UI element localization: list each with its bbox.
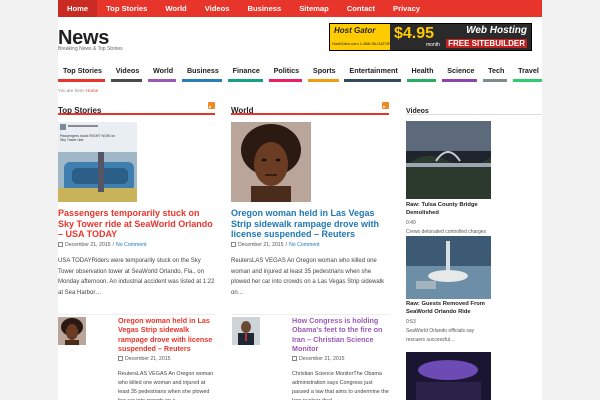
breadcrumb: You are here: Home	[58, 88, 98, 93]
section-title-videos[interactable]: Videos	[406, 108, 429, 115]
topnav-contact[interactable]: Contact	[338, 0, 384, 17]
ad-brand: Host Gator	[334, 26, 376, 35]
calendar-icon	[118, 356, 123, 361]
small-left-date: December 21, 2015	[125, 356, 171, 362]
ad-offer: FREE SITEBUILDER	[446, 39, 527, 48]
video-duration-seaworld: 0:53	[406, 319, 416, 325]
small-right-headline[interactable]: How Congress is holding Obama's feet to …	[292, 316, 392, 353]
thumb-caption: Passengers stuck RIGHT NOW on Sky Tower …	[60, 134, 116, 143]
gator-logo: Host Gator HostGator.com 1-866-96-GATOR	[330, 24, 391, 50]
small-left-meta: December 21, 2015	[118, 356, 171, 362]
ad-price: $4.95	[394, 25, 435, 42]
topnav-videos[interactable]: Videos	[196, 0, 239, 17]
world-story-comments[interactable]: No Comment	[289, 242, 320, 248]
video-title-tulsa[interactable]: Raw: Tulsa County Bridge Demolished	[406, 201, 492, 217]
catnav-politics[interactable]: Politics	[268, 62, 303, 82]
catnav-world[interactable]: World	[147, 62, 177, 82]
catnav-entertainment[interactable]: Entertainment	[344, 62, 401, 82]
mugshot-photo	[231, 122, 311, 202]
section-title-world[interactable]: World	[231, 106, 254, 115]
rss-icon[interactable]	[208, 102, 215, 109]
world-story-date: December 21, 2015	[238, 242, 284, 248]
obama-thumb[interactable]	[232, 317, 260, 345]
calendar-icon	[58, 242, 63, 247]
hostgator-ad-banner[interactable]: Host Gator HostGator.com 1-866-96-GATOR …	[329, 23, 532, 51]
page-container: News Breaking News & Top Stories Host Ga…	[58, 17, 542, 400]
bridge-video-frame	[406, 121, 491, 199]
catnav-top-stories[interactable]: Top Stories	[58, 62, 106, 82]
top-story-headline[interactable]: Passengers temporarily stuck on Sky Towe…	[58, 208, 215, 240]
divider	[231, 314, 389, 315]
world-story-headline[interactable]: Oregon woman held in Las Vegas Strip sid…	[231, 208, 391, 240]
small-right-excerpt: Christian Science MonitorThe Obama admin…	[292, 371, 389, 400]
topnav-sitemap[interactable]: Sitemap	[290, 0, 338, 17]
videos-header: Videos	[406, 100, 542, 115]
top-nav-bar: Home Top Stories World Videos Business S…	[58, 0, 542, 17]
video-thumb-tulsa-bridge[interactable]	[406, 121, 491, 199]
top-story-excerpt: USA TODAYRiders were temporarily stuck o…	[58, 258, 215, 296]
video-desc-seaworld: SeaWorld Orlando officials say rescuers …	[406, 328, 475, 343]
world-header: World	[231, 100, 389, 115]
topnav-top-stories[interactable]: Top Stories	[97, 0, 156, 17]
video-thumb-seaworld[interactable]	[406, 236, 491, 299]
catnav-sports[interactable]: Sports	[307, 62, 339, 82]
video-duration-tulsa: 0:40	[406, 220, 416, 226]
world-story-meta: December 21, 2015/No Comment	[231, 242, 320, 248]
small-mugshot-thumb[interactable]	[58, 317, 86, 345]
catnav-travel[interactable]: Travel	[513, 62, 542, 82]
rss-icon[interactable]	[382, 102, 389, 109]
topnav-business[interactable]: Business	[238, 0, 290, 17]
topnav-privacy[interactable]: Privacy	[384, 0, 429, 17]
catnav-tech[interactable]: Tech	[483, 62, 508, 82]
small-mugshot-photo	[58, 317, 86, 345]
catnav-business[interactable]: Business	[181, 62, 222, 82]
ad-headline: Web Hosting	[466, 25, 527, 36]
seaworld-video-frame	[406, 236, 491, 299]
top-story-date: December 21, 2015	[65, 242, 111, 248]
top-story-meta: December 21, 2015/No Comment	[58, 242, 147, 248]
video-thumb-third[interactable]	[406, 352, 491, 400]
ad-period: month	[426, 42, 440, 48]
topnav-home[interactable]: Home	[58, 0, 98, 17]
calendar-icon	[231, 242, 236, 247]
divider	[58, 314, 215, 315]
small-left-excerpt: ReutersLAS VEGAS An Oregon woman who kil…	[118, 371, 214, 400]
small-left-headline[interactable]: Oregon woman held in Las Vegas Strip sid…	[118, 316, 218, 353]
video-title-seaworld[interactable]: Raw: Guests Removed From SeaWorld Orland…	[406, 300, 496, 316]
breadcrumb-prefix: You are here:	[58, 88, 85, 93]
topnav-world[interactable]: World	[156, 0, 195, 17]
third-video-frame	[406, 352, 491, 400]
world-story-excerpt: ReutersLAS VEGAS An Oregon woman who kil…	[231, 258, 385, 296]
small-right-meta: December 21, 2015	[292, 356, 345, 362]
site-tagline: Breaking News & Top Stories	[58, 46, 123, 52]
catnav-science[interactable]: Science	[442, 62, 478, 82]
top-stories-header: Top Stories	[58, 100, 215, 115]
sky-tower-image[interactable]: Passengers stuck RIGHT NOW on Sky Tower …	[58, 122, 137, 202]
suspect-mugshot-image[interactable]	[231, 122, 311, 202]
category-nav: Top Stories Videos World Business Financ…	[58, 62, 542, 82]
catnav-health[interactable]: Health	[406, 62, 437, 82]
top-story-comments[interactable]: No Comment	[116, 242, 147, 248]
small-right-date: December 21, 2015	[299, 356, 345, 362]
ad-phone: HostGator.com 1-866-96-GATOR	[332, 41, 391, 46]
breadcrumb-home-link[interactable]: Home	[86, 88, 98, 93]
catnav-finance[interactable]: Finance	[227, 62, 263, 82]
obama-photo	[232, 317, 260, 345]
calendar-icon	[292, 356, 297, 361]
catnav-videos[interactable]: Videos	[110, 62, 143, 82]
section-title-top-stories[interactable]: Top Stories	[58, 106, 101, 115]
